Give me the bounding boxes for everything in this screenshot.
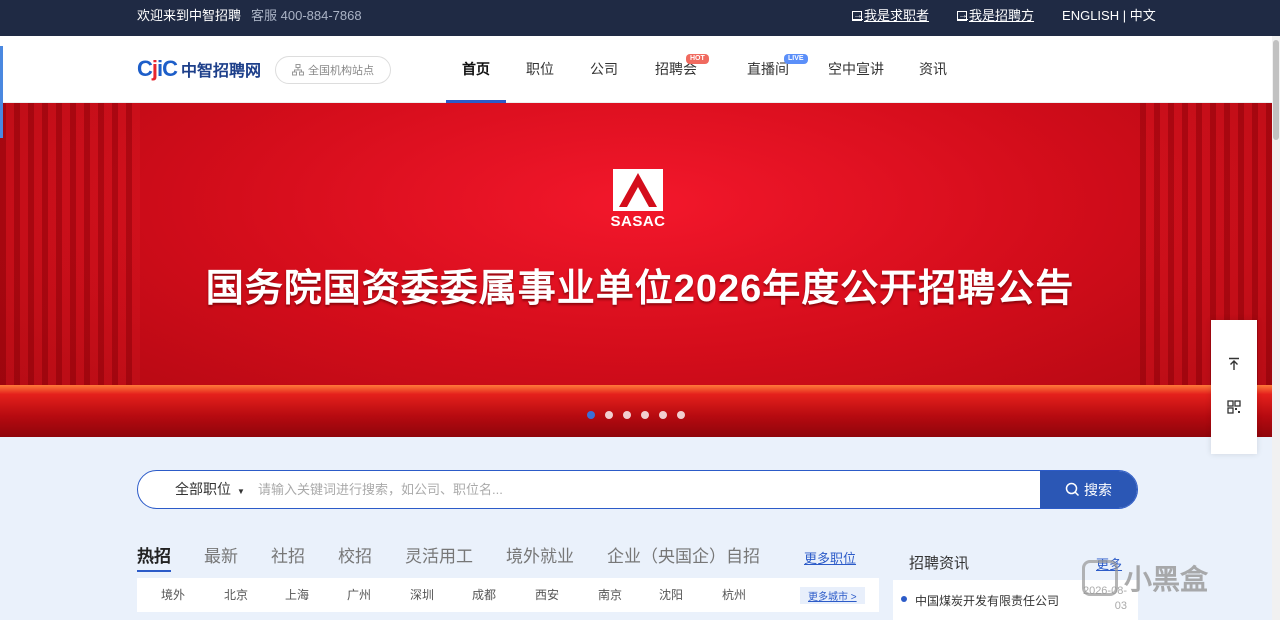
nav-live-room[interactable]: 直播间 LIVE: [718, 36, 818, 103]
city-item[interactable]: 沈阳: [659, 578, 683, 612]
qrcode-icon: [1227, 400, 1241, 414]
recruiter-label: 我是招聘方: [969, 8, 1035, 23]
top-bar: 欢迎来到中智招聘 客服 400-884-7868 → 我是求职者 → 我是招聘方 EN…: [0, 0, 1280, 36]
news-item[interactable]: 中国煤炭开发有限责任公司: [915, 592, 1059, 609]
nav-online-presentation-label: 空中宣讲: [828, 61, 884, 77]
more-jobs-link[interactable]: 更多职位: [804, 548, 856, 567]
carousel-dot[interactable]: [587, 411, 595, 419]
left-edge-indicator: [0, 46, 3, 138]
nav-job-fairs[interactable]: 招聘会 HOT: [634, 36, 718, 103]
nav-jobs[interactable]: 职位: [506, 36, 574, 103]
nav-news-label: 资讯: [919, 61, 947, 77]
logo-text: 中智招聘网: [181, 63, 262, 80]
job-tabs: 热招 最新 社招 校招 灵活用工 境外就业 企业（央国企）自招: [137, 542, 793, 572]
site-header: CjiC 中智招聘网 全国机构站点 首页 职位 公司 招聘会 HOT 直播间 LIV…: [0, 36, 1280, 103]
nav-jobs-label: 职位: [526, 61, 554, 77]
sasac-logo: SASAC: [600, 169, 676, 230]
search-icon: [1065, 482, 1080, 497]
city-item[interactable]: 成都: [472, 578, 496, 612]
city-item[interactable]: 广州: [347, 578, 371, 612]
live-badge: LIVE: [784, 54, 808, 64]
nav-home-label: 首页: [462, 61, 490, 77]
search-bar: 全部职位 ▼ 搜索: [137, 470, 1138, 509]
city-item[interactable]: 杭州: [722, 578, 746, 612]
city-item[interactable]: 境外: [161, 578, 185, 612]
carousel-dot[interactable]: [641, 411, 649, 419]
back-to-top-button[interactable]: [1211, 357, 1257, 375]
floating-toolbar: [1211, 320, 1257, 454]
recruiter-link[interactable]: → 我是招聘方: [957, 0, 1034, 32]
job-seeker-link[interactable]: → 我是求职者: [852, 0, 929, 32]
bullet-icon: [901, 596, 907, 602]
welcome-area: 欢迎来到中智招聘 客服 400-884-7868: [137, 0, 362, 32]
search-button[interactable]: 搜索: [1040, 471, 1137, 508]
carousel-dot[interactable]: [659, 411, 667, 419]
tab-campus[interactable]: 校招: [338, 542, 372, 572]
city-item[interactable]: 南京: [598, 578, 622, 612]
nav-live-room-label: 直播间: [747, 61, 789, 77]
city-item[interactable]: 西安: [535, 578, 559, 612]
city-filter: 境外 北京 上海 广州 深圳 成都 西安 南京 沈阳 杭州 更多城市 >: [137, 578, 879, 612]
category-dropdown[interactable]: 全部职位 ▼: [175, 471, 245, 508]
city-item[interactable]: 北京: [224, 578, 248, 612]
caret-down-icon: ▼: [237, 487, 245, 496]
job-seeker-label: 我是求职者: [864, 8, 930, 23]
login-icon: →: [957, 10, 969, 21]
lang-cn-link[interactable]: 中文: [1130, 8, 1156, 23]
nav-news[interactable]: 资讯: [894, 36, 972, 103]
tab-overseas[interactable]: 境外就业: [506, 542, 574, 572]
tab-social[interactable]: 社招: [271, 542, 305, 572]
search-input[interactable]: [258, 471, 1018, 508]
welcome-text: 欢迎来到中智招聘: [137, 8, 242, 23]
watermark: 小黑盒: [1082, 558, 1208, 598]
city-item[interactable]: 上海: [285, 578, 309, 612]
tab-hot[interactable]: 热招: [137, 542, 171, 572]
site-logo[interactable]: CjiC 中智招聘网: [137, 56, 261, 82]
cjic-logo-icon: CjiC: [137, 56, 178, 81]
network-icon: [292, 64, 304, 76]
site-selector-label: 全国机构站点: [308, 65, 374, 77]
watermark-text: 小黑盒: [1124, 564, 1209, 595]
qrcode-button[interactable]: [1211, 400, 1257, 418]
nav-companies-label: 公司: [590, 61, 618, 77]
search-button-label: 搜索: [1084, 481, 1112, 498]
site-selector-button[interactable]: 全国机构站点: [275, 56, 391, 84]
carousel-dot[interactable]: [623, 411, 631, 419]
hot-badge: HOT: [686, 54, 709, 64]
hero-banner[interactable]: SASAC 国务院国资委委属事业单位2026年度公开招聘公告: [0, 103, 1280, 437]
tab-flexible[interactable]: 灵活用工: [405, 542, 473, 572]
nav-home[interactable]: 首页: [446, 36, 506, 103]
main-nav: 首页 职位 公司 招聘会 HOT 直播间 LIVE 空中宣讲 资讯: [446, 36, 972, 103]
scrollbar-thumb[interactable]: [1273, 40, 1279, 140]
lang-separator: |: [1119, 8, 1130, 23]
banner-headline: 国务院国资委委属事业单位2026年度公开招聘公告: [205, 268, 1075, 310]
carousel-dots: [587, 411, 685, 419]
carousel-dot[interactable]: [677, 411, 685, 419]
sasac-emblem-icon: [613, 169, 663, 211]
nav-companies[interactable]: 公司: [574, 36, 634, 103]
service-hotline: 客服 400-884-7868: [251, 8, 362, 23]
language-switch: ENGLISH | 中文: [1062, 0, 1156, 32]
carousel-dot[interactable]: [605, 411, 613, 419]
heybox-logo-icon: [1082, 560, 1118, 596]
login-icon: →: [852, 10, 863, 21]
more-cities-link[interactable]: 更多城市 >: [800, 587, 865, 604]
category-label: 全部职位: [175, 481, 231, 497]
tab-enterprise[interactable]: 企业（央国企）自招: [607, 542, 760, 572]
topbar-links: → 我是求职者 → 我是招聘方 ENGLISH | 中文: [852, 0, 1156, 32]
news-title: 招聘资讯: [909, 555, 970, 572]
city-item[interactable]: 深圳: [410, 578, 434, 612]
tab-latest[interactable]: 最新: [204, 542, 238, 572]
page-scrollbar[interactable]: [1272, 36, 1280, 620]
lang-en-link[interactable]: ENGLISH: [1062, 8, 1119, 23]
sasac-text: SASAC: [610, 213, 666, 230]
arrow-up-icon: [1229, 357, 1239, 370]
nav-online-presentation[interactable]: 空中宣讲: [818, 36, 894, 103]
